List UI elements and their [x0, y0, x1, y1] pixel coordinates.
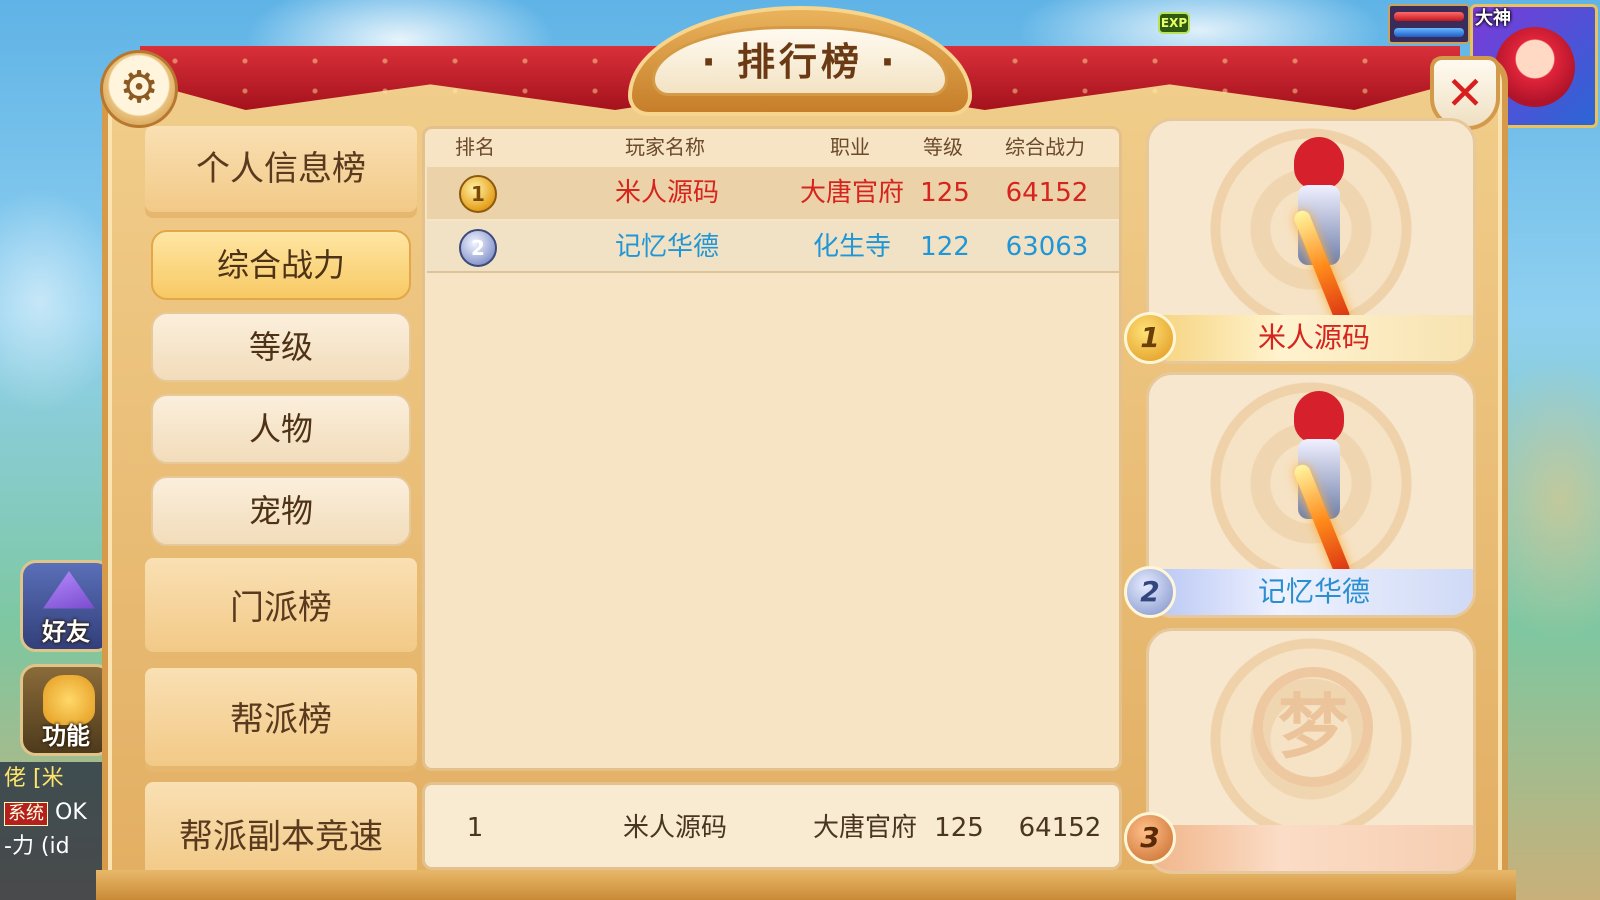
tab-label: 人物 [248, 410, 313, 448]
chat-line: -力 (id [4, 834, 70, 859]
character-hair [1294, 391, 1344, 443]
tab-label: 宠物 [248, 492, 313, 530]
window-bottom-edge [96, 870, 1516, 900]
player-name: 米人源码 [614, 178, 719, 208]
table-row[interactable]: 2 记忆华德 化生寺 122 63063 [427, 221, 1119, 273]
character-hair [1294, 137, 1344, 189]
window-title-text: 排行榜 [736, 40, 863, 84]
exp-indicator: EXP [1158, 12, 1190, 34]
rank-two-badge: 2 [1124, 566, 1176, 618]
my-job: 大唐官府 [812, 813, 917, 843]
table-row[interactable]: 1 米人源码 大唐官府 125 64152 [427, 167, 1119, 219]
podium-name: 记忆华德 [1149, 569, 1473, 615]
hp-mp-bars [1388, 4, 1470, 44]
player-job: 大唐官府 [799, 178, 904, 208]
gold-medal-icon: 1 [459, 175, 497, 213]
mp-bar [1394, 28, 1464, 37]
player-power: 64152 [1005, 178, 1089, 208]
my-level: 125 [934, 813, 984, 843]
player-title: 大神 [1475, 8, 1511, 29]
dream-seal-emblem: 梦 [1253, 667, 1373, 787]
podium-card-third: 梦 [1146, 628, 1476, 874]
player-power: 63063 [1005, 232, 1089, 262]
tab-school[interactable]: 门派榜 [145, 558, 417, 658]
header-level: 等级 [923, 135, 963, 159]
podium-card-second[interactable]: 记忆华德 [1146, 372, 1476, 618]
my-rank: 1 [466, 813, 484, 843]
player-level: 125 [920, 178, 970, 208]
tab-label: 帮派榜 [230, 700, 332, 740]
my-name: 米人源码 [622, 813, 727, 843]
tab-combat-power[interactable]: 综合战力 [151, 230, 411, 300]
player-level: 122 [920, 232, 970, 262]
header-rank: 排名 [455, 135, 495, 159]
fist-icon [43, 675, 95, 725]
tab-label: 门派榜 [230, 588, 332, 628]
tab-label: 帮派副本竞速 [179, 817, 383, 857]
ranking-table: 排名 玩家名称 职业 等级 综合战力 1 米人源码 大唐官府 125 64152… [422, 126, 1122, 771]
friend-button[interactable]: 好友 [20, 560, 112, 652]
friend-label: 好友 [42, 618, 90, 646]
my-power: 64152 [1018, 813, 1102, 843]
function-button[interactable]: 功能 [20, 664, 112, 756]
tab-level[interactable]: 等级 [151, 312, 411, 382]
category-tabs: 个人信息榜 综合战力 等级 人物 宠物 门派榜 帮派榜 帮派副本竞速 [145, 126, 417, 870]
tab-guild-dungeon-race[interactable]: 帮派副本竞速 [145, 782, 417, 870]
hp-bar [1394, 12, 1464, 21]
system-tag: 系统 [4, 802, 48, 826]
player-name: 记忆华德 [614, 232, 719, 262]
podium-name [1149, 825, 1473, 871]
gear-icon[interactable]: ⚙ [100, 50, 178, 128]
rank-three-badge: 3 [1124, 812, 1176, 864]
chat-line: 佬 [米 [4, 766, 64, 791]
character-model [1284, 137, 1354, 327]
function-label: 功能 [42, 722, 90, 750]
header-combat-power: 综合战力 [1005, 135, 1085, 159]
tab-pet[interactable]: 宠物 [151, 476, 411, 546]
silver-medal-icon: 2 [459, 229, 497, 267]
header-job: 职业 [830, 135, 870, 159]
tab-character[interactable]: 人物 [151, 394, 411, 464]
podium-name: 米人源码 [1149, 315, 1473, 361]
rank-one-badge: 1 [1124, 312, 1176, 364]
chat-text: OK [55, 800, 87, 825]
tab-label: 综合战力 [216, 246, 345, 284]
character-model [1284, 391, 1354, 581]
table-header: 排名 玩家名称 职业 等级 综合战力 [425, 129, 1119, 165]
friend-hat-icon [43, 571, 95, 609]
tab-label: 个人信息榜 [196, 149, 366, 189]
header-player-name: 玩家名称 [625, 135, 705, 159]
tab-label: 等级 [248, 328, 313, 366]
player-job: 化生寺 [812, 232, 891, 262]
tab-personal-info[interactable]: 个人信息榜 [145, 126, 417, 218]
tab-guild[interactable]: 帮派榜 [145, 668, 417, 772]
podium-card-first[interactable]: 米人源码 [1146, 118, 1476, 364]
my-rank-row: 1 米人源码 大唐官府 125 64152 [422, 782, 1122, 870]
chat-line: 系统 OK [4, 796, 116, 830]
